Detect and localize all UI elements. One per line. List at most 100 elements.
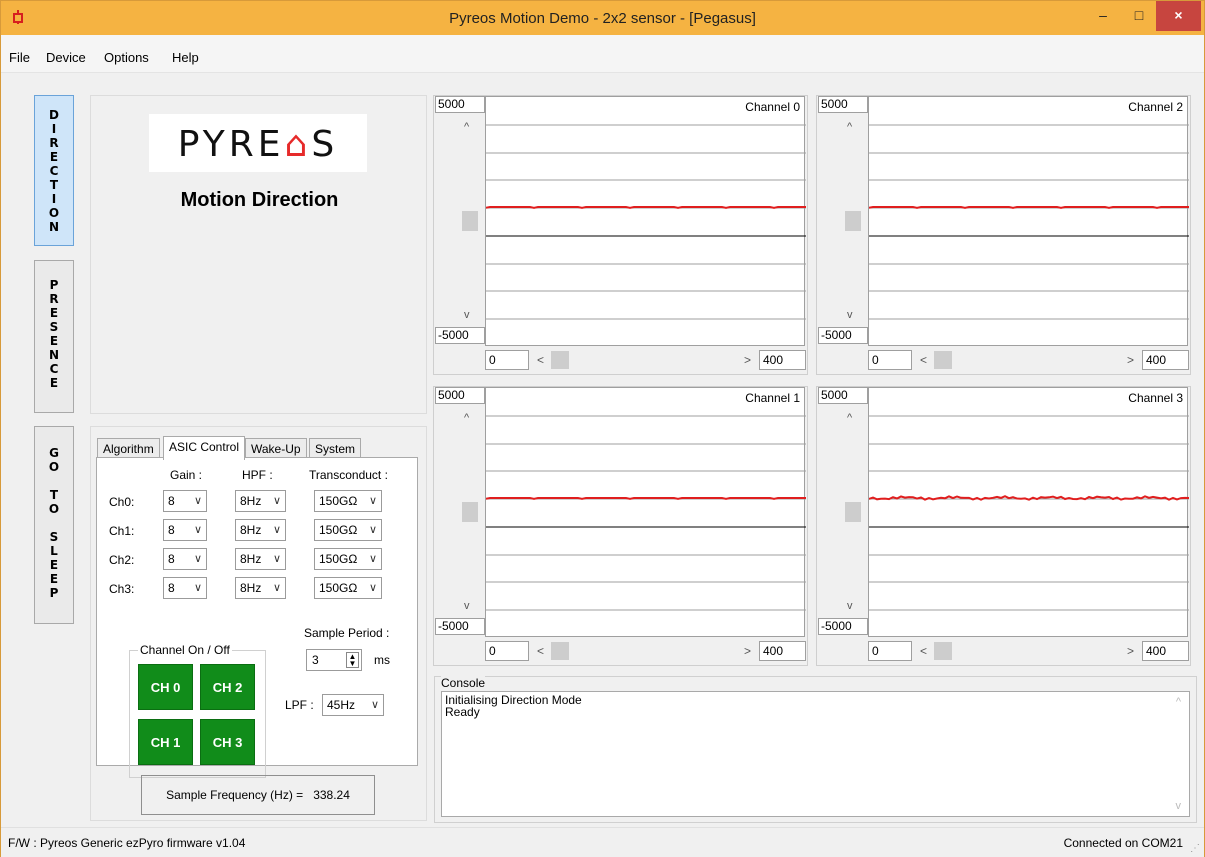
transconduct-select-ch0[interactable]: 150GΩ ∨	[314, 490, 382, 512]
horizontal-scrollbar[interactable]: < >	[533, 642, 755, 660]
x-max-field[interactable]: 400	[759, 641, 806, 661]
scroll-down-icon[interactable]: v	[847, 600, 853, 612]
chevron-down-icon: ∨	[193, 524, 202, 536]
y-max-field[interactable]: 5000	[435, 96, 485, 113]
horizontal-scrollbar[interactable]: < >	[916, 642, 1138, 660]
maximize-button[interactable]: □	[1119, 1, 1159, 31]
channel-chart: 5000 ^ v -5000 Channel 1 0 < > 400	[433, 386, 808, 666]
vertical-scrollbar[interactable]: ^ v	[460, 412, 480, 612]
gain-select-ch2[interactable]: 8 ∨	[163, 548, 207, 570]
hpf-select-ch1[interactable]: 8Hz ∨	[235, 519, 286, 541]
menu-file[interactable]: File	[9, 50, 30, 65]
scroll-thumb[interactable]	[551, 351, 569, 369]
scroll-up-icon[interactable]: ^	[847, 121, 852, 133]
scroll-up-icon[interactable]: ^	[464, 121, 469, 133]
hpf-select-ch2[interactable]: 8Hz ∨	[235, 548, 286, 570]
menu-device[interactable]: Device	[46, 50, 86, 65]
gain-select-ch0[interactable]: 8 ∨	[163, 490, 207, 512]
y-max-field[interactable]: 5000	[818, 96, 868, 113]
signal-trace	[869, 206, 1189, 209]
x-min-field[interactable]: 0	[868, 350, 912, 370]
scroll-left-icon[interactable]: <	[537, 644, 544, 658]
x-max-field[interactable]: 400	[759, 350, 806, 370]
x-min-field[interactable]: 0	[868, 641, 912, 661]
sleep-label-to: TO	[48, 488, 60, 516]
y-min-field[interactable]: -5000	[818, 327, 868, 344]
vertical-scrollbar[interactable]: ^ v	[843, 121, 863, 321]
scroll-down-icon[interactable]: v	[1176, 800, 1182, 812]
plot-area: Channel 1	[485, 387, 806, 637]
close-button[interactable]: ×	[1156, 1, 1201, 31]
vertical-scrollbar[interactable]: ^ v	[460, 121, 480, 321]
y-min-field[interactable]: -5000	[435, 618, 485, 635]
direction-mode-button[interactable]: DIRECTION	[34, 95, 74, 246]
scroll-up-icon[interactable]: ^	[464, 412, 469, 424]
go-to-sleep-button[interactable]: GO TO SLEEP	[34, 426, 74, 624]
scroll-down-icon[interactable]: v	[464, 600, 470, 612]
transconduct-select-ch1[interactable]: 150GΩ ∨	[314, 519, 382, 541]
channel-chart: 5000 ^ v -5000 Channel 3 0 < > 400	[816, 386, 1191, 666]
presence-mode-button[interactable]: PRESENCE	[34, 260, 74, 413]
lpf-select[interactable]: 45Hz ∨	[322, 694, 384, 716]
hpf-select-ch0[interactable]: 8Hz ∨	[235, 490, 286, 512]
ch0-toggle-button[interactable]: CH 0	[138, 664, 193, 710]
scroll-left-icon[interactable]: <	[920, 644, 927, 658]
ch3-toggle-button[interactable]: CH 3	[200, 719, 255, 765]
scroll-right-icon[interactable]: >	[744, 353, 751, 367]
scroll-up-icon[interactable]: ^	[1176, 696, 1181, 708]
y-max-field[interactable]: 5000	[435, 387, 485, 404]
scroll-left-icon[interactable]: <	[537, 353, 544, 367]
scroll-thumb[interactable]	[934, 642, 952, 660]
channel-title: Channel 1	[745, 391, 800, 405]
scroll-up-icon[interactable]: ^	[847, 412, 852, 424]
scroll-right-icon[interactable]: >	[744, 644, 751, 658]
horizontal-scrollbar[interactable]: < >	[916, 351, 1138, 369]
stepper-arrows-icon[interactable]: ▲ ▼	[346, 652, 359, 668]
y-max-field[interactable]: 5000	[818, 387, 868, 404]
title-bar[interactable]: Pyreos Motion Demo - 2x2 sensor - [Pegas…	[1, 1, 1204, 35]
plot-area: Channel 3	[868, 387, 1189, 637]
menu-help[interactable]: Help	[172, 50, 199, 65]
tab-algorithm[interactable]: Algorithm	[97, 438, 160, 458]
chevron-down-icon: ∨	[193, 495, 202, 507]
menu-options[interactable]: Options	[104, 50, 149, 65]
transconduct-select-ch3[interactable]: 150GΩ ∨	[314, 577, 382, 599]
scroll-left-icon[interactable]: <	[920, 353, 927, 367]
y-min-field[interactable]: -5000	[435, 327, 485, 344]
scroll-right-icon[interactable]: >	[1127, 644, 1134, 658]
scroll-thumb[interactable]	[845, 502, 861, 522]
console-group: Console Initialising Direction Mode Read…	[434, 676, 1197, 823]
ch1-toggle-button[interactable]: CH 1	[138, 719, 193, 765]
scroll-thumb[interactable]	[551, 642, 569, 660]
scroll-thumb[interactable]	[462, 502, 478, 522]
sample-period-stepper[interactable]: 3 ▲ ▼	[306, 649, 362, 671]
x-max-field[interactable]: 400	[1142, 350, 1189, 370]
x-min-field[interactable]: 0	[485, 350, 529, 370]
vertical-scrollbar[interactable]: ^ v	[843, 412, 863, 612]
x-max-field[interactable]: 400	[1142, 641, 1189, 661]
channel-title: Channel 3	[1128, 391, 1183, 405]
tab-wake-up[interactable]: Wake-Up	[245, 438, 307, 458]
ch2-toggle-button[interactable]: CH 2	[200, 664, 255, 710]
minimize-button[interactable]: –	[1083, 1, 1123, 31]
tab-system[interactable]: System	[309, 438, 362, 458]
hpf-select-ch3[interactable]: 8Hz ∨	[235, 577, 286, 599]
scroll-down-icon[interactable]: v	[464, 309, 470, 321]
x-min-field[interactable]: 0	[485, 641, 529, 661]
gain-select-ch3[interactable]: 8 ∨	[163, 577, 207, 599]
scroll-right-icon[interactable]: >	[1127, 353, 1134, 367]
logo-panel: PYRE⌂S Motion Direction	[90, 95, 427, 414]
sample-period-value: 3	[312, 653, 319, 667]
gain-select-ch1[interactable]: 8 ∨	[163, 519, 207, 541]
resize-grip-icon[interactable]: ⋰	[1190, 843, 1200, 854]
y-min-field[interactable]: -5000	[818, 618, 868, 635]
chevron-down-icon: ∨	[370, 699, 379, 711]
transconduct-select-ch2[interactable]: 150GΩ ∨	[314, 548, 382, 570]
tab-asic-control[interactable]: ASIC Control	[163, 436, 246, 460]
scroll-thumb[interactable]	[845, 211, 861, 231]
console-output[interactable]: Initialising Direction Mode Ready ^ v	[441, 691, 1190, 817]
scroll-thumb[interactable]	[462, 211, 478, 231]
horizontal-scrollbar[interactable]: < >	[533, 351, 755, 369]
scroll-down-icon[interactable]: v	[847, 309, 853, 321]
scroll-thumb[interactable]	[934, 351, 952, 369]
